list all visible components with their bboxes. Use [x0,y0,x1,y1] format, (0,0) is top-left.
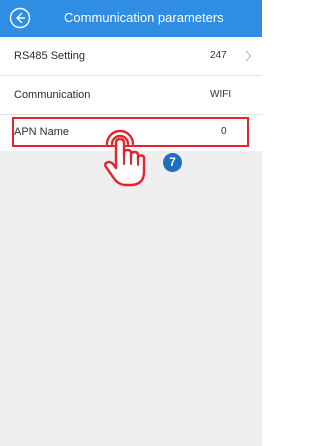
setting-row-communication[interactable]: Communication WIFI [0,76,262,114]
step-badge: 7 [163,153,182,172]
setting-value: WIFI [210,89,232,100]
app-screen: Communication parameters RS485 Setting 2… [0,0,262,446]
setting-row-rs485[interactable]: RS485 Setting 247 [0,37,262,75]
pointing-hand-icon [104,129,146,187]
nav-bar: Communication parameters [0,0,262,37]
setting-label: Communication [14,89,91,101]
back-icon[interactable] [9,7,31,29]
setting-value: 247 [210,50,227,61]
page-title: Communication parameters [64,10,224,25]
chevron-right-icon [245,50,252,62]
setting-label: RS485 Setting [14,50,85,62]
